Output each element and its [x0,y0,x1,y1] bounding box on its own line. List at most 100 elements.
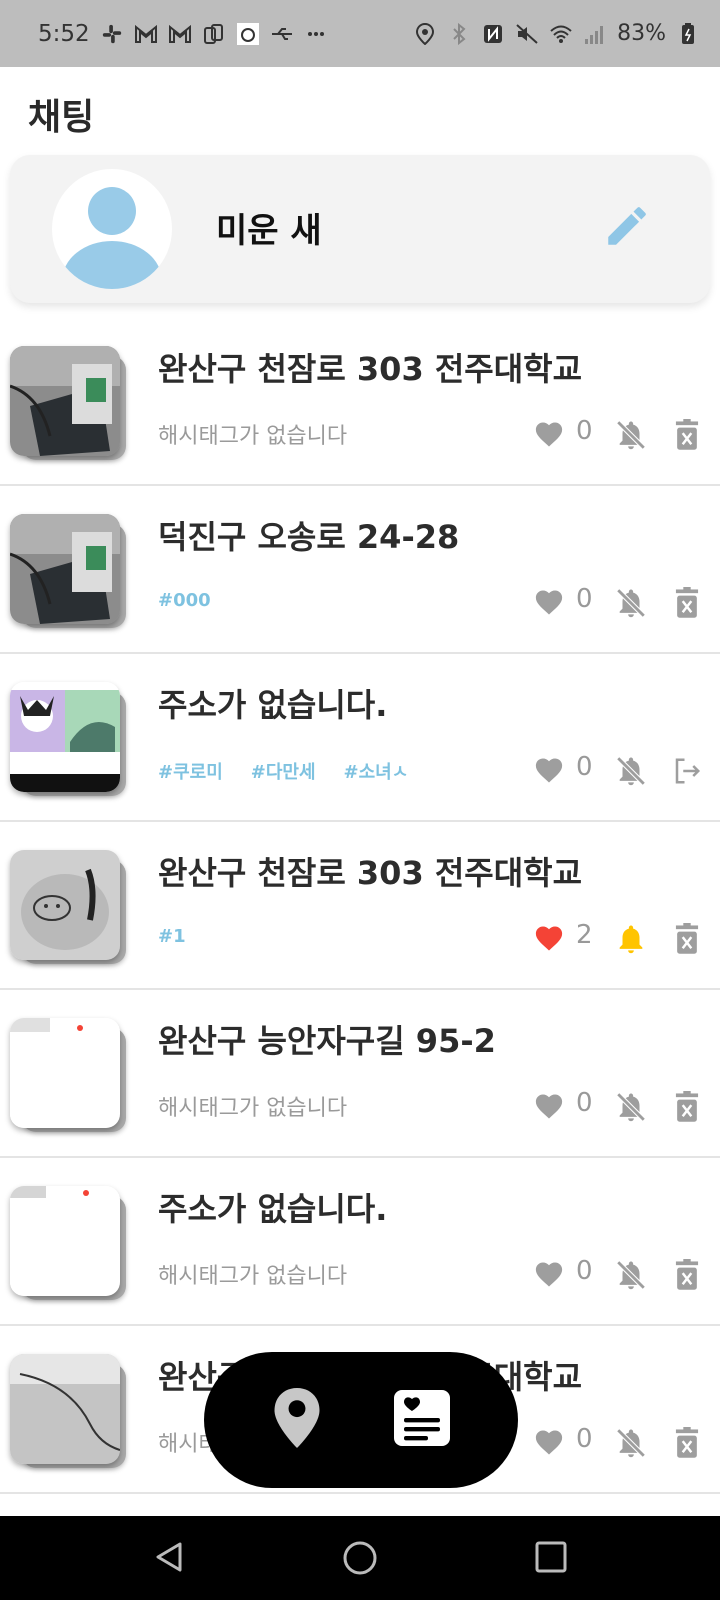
notification-icons [100,22,328,45]
chat-row[interactable]: 덕진구 오송로 24-28 #000 0 [0,486,720,654]
hashtag[interactable]: #소녀ㅅ [344,758,409,784]
chat-actions: 0 [530,752,710,792]
status-bar: 5:52 83% [0,0,720,67]
nfc-icon [484,24,503,43]
location-icon [416,22,435,45]
usb-icon [271,27,292,40]
bell-off-icon[interactable] [614,586,648,620]
chat-thumbnail [10,346,128,464]
chat-address: 주소가 없습니다. [158,1190,388,1228]
thumbnail-image [10,346,120,456]
chat-actions: 2 [530,920,710,960]
hashtag-list: #쿠로미 #다만세 #소녀ㅅ [158,758,408,784]
chat-row[interactable]: 완산구 천잠로 303 전주대학교해시태그가 없습니다 0 [0,318,720,486]
chat-list: 완산구 천잠로 303 전주대학교 해시태그가 없습니다 0 덕진구 오송로 24-2… [0,318,720,1494]
mute-icon [516,23,538,44]
profile-card: 미운 새 [10,155,710,303]
recent-apps-icon[interactable] [534,1540,568,1574]
more-icon [307,31,324,36]
thumbnail-image [10,1018,120,1128]
profile-name: 미운 새 [216,211,322,251]
wifi-icon [550,25,572,43]
heart-icon[interactable] [534,1260,564,1288]
exit-icon[interactable] [672,755,702,787]
chat-thumbnail [10,1354,128,1472]
like-count: 2 [576,920,593,950]
no-hashtag-text: 해시태그가 없습니다 [158,1264,348,1289]
floating-nav [204,1352,518,1488]
like-count: 0 [576,416,593,446]
feed-heart-icon[interactable] [394,1390,450,1446]
hashtag[interactable]: #다만세 [251,758,316,784]
thumbnail-image [10,850,120,960]
chat-address: 완산구 천잠로 303 전주대학교 [158,854,583,892]
map-pin-icon[interactable] [274,1388,320,1448]
back-icon[interactable] [152,1540,186,1574]
chat-row[interactable]: 완산구 천잠로 303 전주대학교 #1 2 [0,822,720,990]
delete-icon[interactable] [672,587,702,619]
delete-icon[interactable] [672,1259,702,1291]
chat-actions: 0 [530,1424,710,1464]
delete-icon[interactable] [672,923,702,955]
home-icon[interactable] [342,1540,378,1576]
heart-icon[interactable] [534,1092,564,1120]
chat-thumbnail [10,1018,128,1136]
chat-actions: 0 [530,1088,710,1128]
signal-icon [585,25,604,44]
hashtag-list: #1 [158,926,186,947]
like-count: 0 [576,752,593,782]
hashtag-list: #000 [158,590,211,611]
heart-icon[interactable] [534,1428,564,1456]
thumbnail-image [10,1354,120,1464]
gmail-icon [168,24,191,43]
gmail-icon [134,24,157,43]
bell-off-icon[interactable] [614,418,648,452]
bell-off-icon[interactable] [614,1090,648,1124]
chat-actions: 0 [530,1256,710,1296]
chat-actions: 0 [530,584,710,624]
like-count: 0 [576,1088,593,1118]
thumbnail-image [10,1186,120,1296]
delete-icon[interactable] [672,1091,702,1123]
bell-on-icon[interactable] [614,922,648,956]
thumbnail-image [10,682,120,792]
like-count: 0 [576,584,593,614]
delete-icon[interactable] [672,1427,702,1459]
hashtag[interactable]: #쿠로미 [158,758,223,784]
chat-row[interactable]: 완산구 능안자구길 95-2 해시태그가 없습니다 0 [0,990,720,1158]
heart-icon[interactable] [534,420,564,448]
chat-row[interactable]: 주소가 없습니다. #쿠로미 #다만세 #소녀ㅅ 0 [0,654,720,822]
chat-actions: 0 [530,416,710,456]
copy-icon [203,23,223,44]
chat-address: 완산구 능안자구길 95-2 [158,1022,496,1060]
hashtag[interactable]: #000 [158,590,211,611]
chat-thumbnail [10,514,128,632]
slack-icon [102,24,121,43]
heart-icon[interactable] [534,756,564,784]
heart-icon[interactable] [534,588,564,616]
status-time: 5:52 [38,20,90,47]
delete-icon[interactable] [672,419,702,451]
page-title: 채팅 [28,97,95,138]
pencil-icon[interactable] [602,201,652,251]
battery-icon [682,22,694,44]
chat-thumbnail [10,682,128,800]
system-navigation-bar [0,1516,720,1600]
battery-percent: 83% [617,21,666,46]
bell-off-icon[interactable] [614,1426,648,1460]
bluetooth-icon [453,22,466,45]
chat-thumbnail [10,1186,128,1304]
avatar[interactable] [52,169,172,289]
chat-address: 덕진구 오송로 24-28 [158,518,460,556]
chat-row[interactable]: 주소가 없습니다. 해시태그가 없습니다 0 [0,1158,720,1326]
bell-off-icon[interactable] [614,754,648,788]
system-icons: 83% [413,21,700,46]
chat-thumbnail [10,850,128,968]
heart-icon[interactable] [534,924,564,952]
like-count: 0 [576,1256,593,1286]
hashtag[interactable]: #1 [158,926,186,947]
thumbnail-image [10,514,120,624]
no-hashtag-text: 해시태그가 없습니다 [158,1096,348,1121]
chat-address: 주소가 없습니다. [158,686,388,724]
bell-off-icon[interactable] [614,1258,648,1292]
